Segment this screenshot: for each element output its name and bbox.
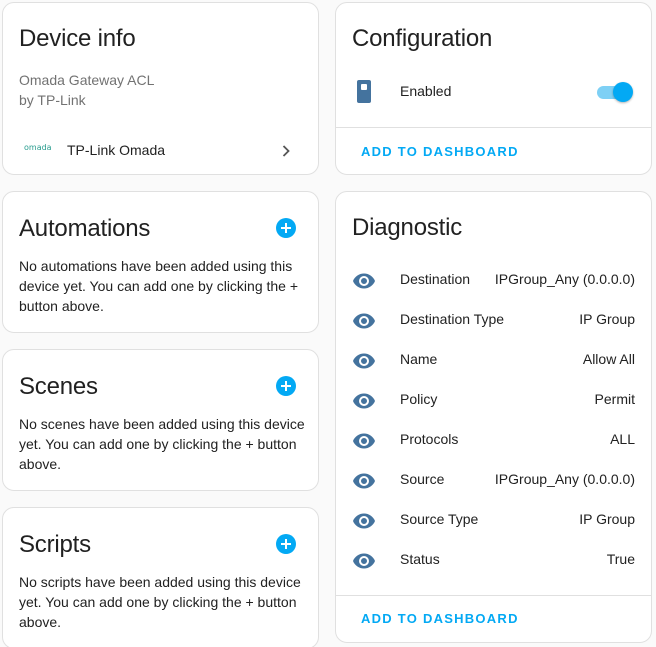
add-to-dashboard-button[interactable]: ADD TO DASHBOARD bbox=[361, 144, 519, 159]
entity-row-destination[interactable]: Destination IPGroup_Any (0.0.0.0) bbox=[336, 260, 651, 300]
entity-label: Protocols bbox=[400, 431, 459, 447]
entity-row-destination-type[interactable]: Destination Type IP Group bbox=[336, 300, 651, 340]
entity-row-source-type[interactable]: Source Type IP Group bbox=[336, 500, 651, 540]
entity-value: IPGroup_Any (0.0.0.0) bbox=[494, 271, 635, 287]
scripts-title: Scripts bbox=[19, 531, 91, 558]
entity-value: True bbox=[606, 551, 635, 567]
integration-name: TP-Link Omada bbox=[67, 142, 166, 158]
eye-icon bbox=[353, 433, 375, 449]
diagnostic-card: Diagnostic Destination IPGroup_Any (0.0.… bbox=[335, 191, 652, 643]
eye-icon bbox=[353, 553, 375, 569]
configuration-card: Configuration Enabled ADD TO DASHBOARD bbox=[335, 2, 652, 175]
eye-icon bbox=[353, 513, 375, 529]
entity-row-protocols[interactable]: Protocols ALL bbox=[336, 420, 651, 460]
eye-icon bbox=[353, 273, 375, 289]
entity-value: Permit bbox=[594, 391, 635, 407]
eye-icon bbox=[353, 313, 375, 329]
scripts-card: Scripts No scripts have been added using… bbox=[2, 507, 319, 647]
entity-label: Status bbox=[400, 551, 440, 567]
phone-device-icon bbox=[357, 80, 371, 103]
scripts-empty-text: No scripts have been added using this de… bbox=[19, 574, 301, 630]
entity-label: Source bbox=[400, 471, 445, 487]
entity-label: Destination Type bbox=[400, 311, 505, 327]
scenes-title: Scenes bbox=[19, 373, 98, 400]
entity-value: ALL bbox=[610, 431, 635, 447]
device-model: Omada Gateway ACL bbox=[19, 72, 155, 88]
diagnostic-title: Diagnostic bbox=[352, 214, 463, 241]
entity-row-source[interactable]: Source IPGroup_Any (0.0.0.0) bbox=[336, 460, 651, 500]
enabled-toggle[interactable] bbox=[595, 82, 633, 102]
add-to-dashboard-button[interactable]: ADD TO DASHBOARD bbox=[361, 611, 519, 626]
eye-icon bbox=[353, 393, 375, 409]
entity-value: IP Group bbox=[579, 511, 635, 527]
eye-icon bbox=[353, 353, 375, 369]
entity-label: Policy bbox=[400, 391, 438, 407]
integration-row[interactable]: omada TP-Link Omada bbox=[3, 131, 318, 171]
device-info-title: Device info bbox=[19, 25, 136, 52]
scenes-card: Scenes No scenes have been added using t… bbox=[2, 349, 319, 491]
eye-icon bbox=[353, 473, 375, 489]
automations-empty-text: No automations have been added using thi… bbox=[19, 258, 299, 314]
entity-label: Name bbox=[400, 351, 438, 367]
automations-card: Automations No automations have been add… bbox=[2, 191, 319, 333]
entity-row-status[interactable]: Status True bbox=[336, 540, 651, 580]
entity-row-name[interactable]: Name Allow All bbox=[336, 340, 651, 380]
entity-label: Source Type bbox=[400, 511, 479, 527]
scenes-empty-text: No scenes have been added using this dev… bbox=[19, 416, 305, 472]
device-info-card: Device info Omada Gateway ACL by TP-Link… bbox=[2, 2, 319, 175]
add-automation-icon[interactable] bbox=[276, 218, 296, 238]
entity-value: Allow All bbox=[582, 351, 635, 367]
configuration-title: Configuration bbox=[352, 25, 493, 52]
chevron-right-icon bbox=[282, 145, 290, 157]
device-manufacturer: by TP-Link bbox=[19, 92, 86, 108]
add-scene-icon[interactable] bbox=[276, 376, 296, 396]
entity-value: IPGroup_Any (0.0.0.0) bbox=[494, 471, 635, 487]
entity-label-enabled: Enabled bbox=[400, 83, 452, 99]
entity-row-policy[interactable]: Policy Permit bbox=[336, 380, 651, 420]
entity-label: Destination bbox=[400, 271, 471, 287]
configuration-divider bbox=[336, 127, 651, 128]
entity-row-enabled[interactable]: Enabled bbox=[336, 70, 651, 112]
entity-value: IP Group bbox=[579, 311, 635, 327]
omada-logo: omada bbox=[24, 143, 52, 152]
diagnostic-divider bbox=[336, 595, 651, 596]
automations-title: Automations bbox=[19, 215, 151, 242]
add-script-icon[interactable] bbox=[276, 534, 296, 554]
